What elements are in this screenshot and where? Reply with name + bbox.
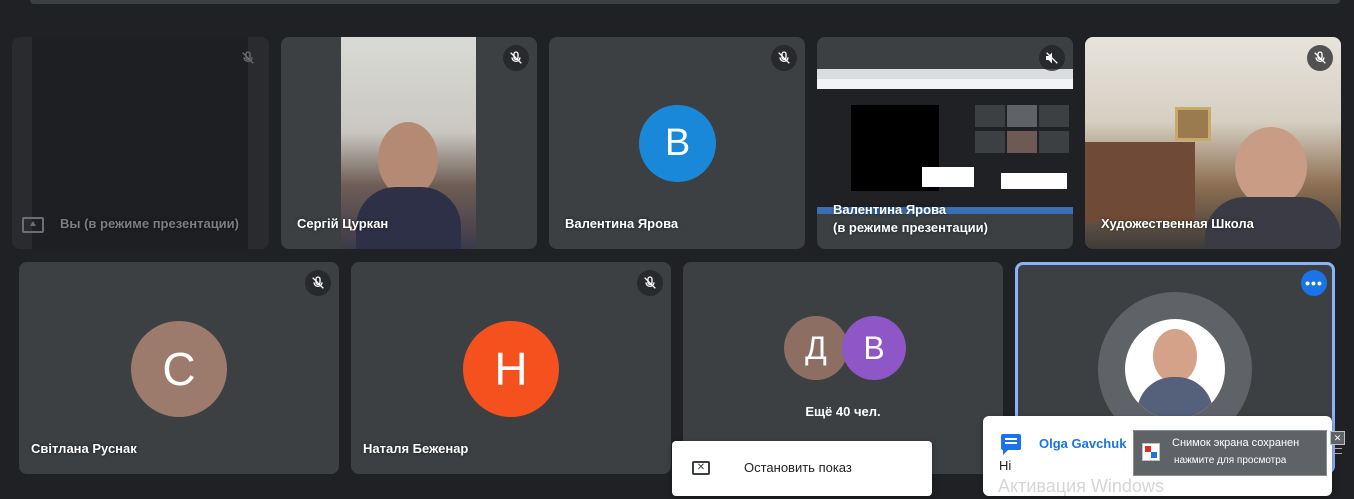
participant-name: Валентина Ярова (в режиме презентации) xyxy=(833,201,988,237)
more-participants-label: Ещё 40 чел. xyxy=(805,404,881,419)
participant-name-line1: Валентина Ярова xyxy=(833,202,947,217)
screenshot-saved-notification[interactable]: Снимок экрана сохранен нажмите для просм… xyxy=(1133,430,1327,476)
avatar: В xyxy=(842,316,906,380)
stop-presenting-bar[interactable]: ✕ Остановить показ xyxy=(672,441,932,496)
notification-scroll-handle[interactable] xyxy=(1333,448,1342,454)
participant-name-line2: (в режиме презентации) xyxy=(833,220,988,235)
screenshot-note-title: Снимок экрана сохранен xyxy=(1172,437,1300,449)
participant-name: Світлана Руснак xyxy=(31,441,137,456)
chat-message: Hi xyxy=(999,458,1012,473)
notification-close-button[interactable]: ✕ xyxy=(1330,431,1345,445)
participant-name: Вы (в режиме презентации) xyxy=(60,216,239,231)
mic-off-icon xyxy=(1039,45,1065,71)
participant-tile-svitlana[interactable]: С Світлана Руснак xyxy=(19,262,339,474)
mic-off-icon xyxy=(637,270,663,296)
participant-tile-sergii[interactable]: Сергій Цуркан xyxy=(281,37,537,249)
chat-icon xyxy=(1001,434,1021,455)
mic-off-icon xyxy=(305,270,331,296)
screenshot-app-icon xyxy=(1142,443,1160,461)
present-screen-icon xyxy=(22,217,44,233)
avatar: С xyxy=(131,321,227,417)
mic-off-icon xyxy=(1307,45,1333,71)
avatar: В xyxy=(639,105,716,182)
participant-tile-presentation[interactable]: Валентина Ярова (в режиме презентации) xyxy=(817,37,1073,249)
participant-tile-natalia[interactable]: Н Наталя Беженар xyxy=(351,262,671,474)
avatar: Н xyxy=(463,321,559,417)
stop-presenting-icon: ✕ xyxy=(692,461,710,475)
mic-off-icon xyxy=(235,45,261,71)
shared-screen xyxy=(817,69,1073,214)
participant-tile-valentyna[interactable]: В Валентина Ярова xyxy=(549,37,805,249)
top-bar xyxy=(30,0,1340,4)
more-options-button[interactable]: ••• xyxy=(1301,270,1327,296)
avatar xyxy=(1125,319,1225,419)
participant-tile-self[interactable]: Вы (в режиме презентации) xyxy=(12,37,269,249)
stop-presenting-label: Остановить показ xyxy=(744,460,852,475)
participant-name: Наталя Беженар xyxy=(363,441,469,456)
participant-name: Сергій Цуркан xyxy=(297,216,389,231)
chat-sender: Olga Gavchuk xyxy=(1039,436,1127,451)
avatar: Д xyxy=(784,316,848,380)
screenshot-note-subtitle: нажмите для просмотра xyxy=(1174,455,1287,466)
mic-off-icon xyxy=(771,45,797,71)
mic-off-icon xyxy=(503,45,529,71)
participant-tile-art-school[interactable]: Художественная Школа xyxy=(1085,37,1341,249)
windows-activation-watermark: Активация Windows xyxy=(998,476,1164,496)
participant-name: Художественная Школа xyxy=(1101,216,1254,231)
participant-name: Валентина Ярова xyxy=(565,216,679,231)
more-horiz-icon: ••• xyxy=(1305,275,1323,291)
